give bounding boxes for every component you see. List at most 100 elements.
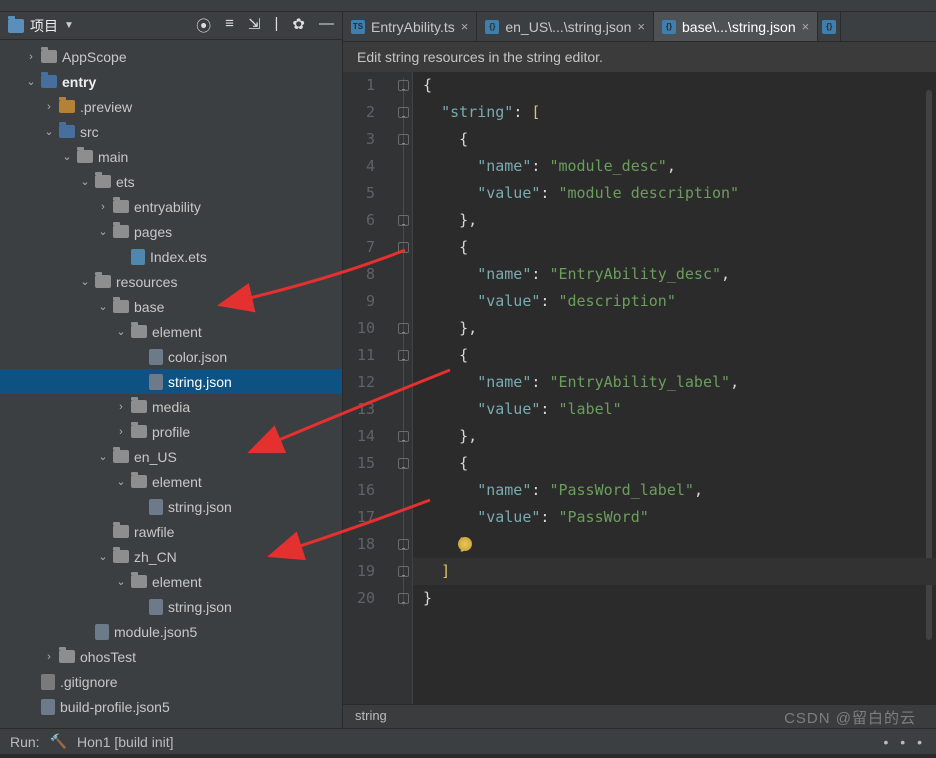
code-line[interactable]: {	[423, 72, 936, 99]
target-icon[interactable]: ⦿	[196, 15, 211, 36]
chevron-icon[interactable]: ⌄	[26, 75, 36, 88]
run-bar[interactable]: Run: 🔨 Hon1 [build init] • • •	[0, 728, 936, 754]
tree-item-media[interactable]: ›media	[0, 394, 342, 419]
code-line[interactable]: },	[423, 207, 936, 234]
chevron-icon[interactable]: ⌄	[98, 225, 108, 238]
chevron-icon[interactable]: ⌄	[98, 450, 108, 463]
stack-icon[interactable]: ≡	[225, 15, 234, 36]
tab-overflow[interactable]: {}	[818, 12, 841, 41]
gear-icon[interactable]: ✿	[292, 15, 305, 36]
chevron-icon[interactable]: ⌄	[80, 275, 90, 288]
code-line[interactable]: {	[423, 342, 936, 369]
hide-icon[interactable]: —	[319, 15, 334, 36]
close-icon[interactable]: ×	[802, 19, 810, 34]
tree-item-en-US[interactable]: ⌄en_US	[0, 444, 342, 469]
tree-item-module-json5[interactable]: module.json5	[0, 619, 342, 644]
tree-item-zh-CN[interactable]: ⌄zh_CN	[0, 544, 342, 569]
code-line[interactable]: "value": "module description"	[423, 180, 936, 207]
fold-marker[interactable]	[398, 350, 409, 361]
tab-EntryAbility-ts[interactable]: TSEntryAbility.ts×	[343, 12, 477, 41]
tree-item-string-json[interactable]: string.json	[0, 594, 342, 619]
editor-banner[interactable]: Edit string resources in the string edit…	[343, 42, 936, 72]
chevron-icon[interactable]: ⌄	[116, 475, 126, 488]
editor-tabs[interactable]: TSEntryAbility.ts×{}en_US\...\string.jso…	[343, 12, 936, 42]
project-header[interactable]: 项目 ▼ ⦿ ≡ ⇲ | ✿ —	[0, 12, 342, 40]
tree-item-element[interactable]: ⌄element	[0, 469, 342, 494]
tree-item-main[interactable]: ⌄main	[0, 144, 342, 169]
fold-marker[interactable]	[398, 242, 409, 253]
chevron-icon[interactable]: ›	[26, 51, 36, 63]
fold-marker[interactable]	[398, 593, 409, 604]
fold-marker[interactable]	[398, 323, 409, 334]
code-line[interactable]: "name": "module_desc",	[423, 153, 936, 180]
tree-item-ohosTest[interactable]: ›ohosTest	[0, 644, 342, 669]
fold-marker[interactable]	[398, 107, 409, 118]
chevron-icon[interactable]: ⌄	[116, 575, 126, 588]
code-line[interactable]: {	[423, 126, 936, 153]
hammer-icon[interactable]: 🔨	[50, 733, 67, 750]
tree-item-src[interactable]: ⌄src	[0, 119, 342, 144]
code-line[interactable]: "value": "description"	[423, 288, 936, 315]
chevron-icon[interactable]: ⌄	[116, 325, 126, 338]
code-line[interactable]: {	[423, 234, 936, 261]
run-config[interactable]: Hon1 [build init]	[77, 734, 174, 750]
tab-base-----string-json[interactable]: {}base\...\string.json×	[654, 12, 818, 41]
fold-column[interactable]	[395, 72, 413, 704]
code-line[interactable]: "string": [	[423, 99, 936, 126]
collapse-icon[interactable]: ⇲	[248, 15, 261, 36]
tree-item-resources[interactable]: ⌄resources	[0, 269, 342, 294]
fold-marker[interactable]	[398, 80, 409, 91]
tree-item-element[interactable]: ⌄element	[0, 319, 342, 344]
chevron-icon[interactable]: ⌄	[80, 175, 90, 188]
tree-item-rawfile[interactable]: rawfile	[0, 519, 342, 544]
fold-marker[interactable]	[398, 431, 409, 442]
tree-item-build-profile-json5[interactable]: build-profile.json5	[0, 694, 342, 719]
tree-item-color-json[interactable]: color.json	[0, 344, 342, 369]
tree-item--preview[interactable]: ›.preview	[0, 94, 342, 119]
tree-item-string-json[interactable]: string.json	[0, 369, 342, 394]
code-line[interactable]: {	[423, 450, 936, 477]
code-line[interactable]: "value": "PassWord"	[423, 504, 936, 531]
fold-marker[interactable]	[398, 539, 409, 550]
code-line[interactable]: },	[423, 423, 936, 450]
close-icon[interactable]: ×	[461, 19, 469, 34]
chevron-icon[interactable]: ›	[98, 201, 108, 213]
code-line[interactable]: ]	[423, 558, 936, 585]
tree-item-string-json[interactable]: string.json	[0, 494, 342, 519]
code-line[interactable]: },	[423, 315, 936, 342]
chevron-icon[interactable]: ⌄	[98, 550, 108, 563]
tree-item-base[interactable]: ⌄base	[0, 294, 342, 319]
close-icon[interactable]: ×	[637, 19, 645, 34]
fold-marker[interactable]	[398, 134, 409, 145]
tree-item-Index-ets[interactable]: Index.ets	[0, 244, 342, 269]
tree-item-pages[interactable]: ⌄pages	[0, 219, 342, 244]
chevron-icon[interactable]: ›	[44, 651, 54, 663]
tree-item-element[interactable]: ⌄element	[0, 569, 342, 594]
code-line[interactable]: "name": "PassWord_label",	[423, 477, 936, 504]
editor-area[interactable]: 1234567891011121314151617181920 { "strin…	[343, 72, 936, 704]
tree-item-AppScope[interactable]: ›AppScope	[0, 44, 342, 69]
code-area[interactable]: { "string": [ { "name": "module_desc", "…	[413, 72, 936, 704]
chevron-icon[interactable]: ›	[116, 426, 126, 438]
bulb-icon[interactable]	[458, 537, 472, 551]
tree-item-entry[interactable]: ⌄entry	[0, 69, 342, 94]
tree-item-entryability[interactable]: ›entryability	[0, 194, 342, 219]
tree-item--gitignore[interactable]: .gitignore	[0, 669, 342, 694]
fold-marker[interactable]	[398, 215, 409, 226]
chevron-icon[interactable]: ⌄	[98, 300, 108, 313]
tree-item-ets[interactable]: ⌄ets	[0, 169, 342, 194]
code-line[interactable]: "name": "EntryAbility_desc",	[423, 261, 936, 288]
code-line[interactable]: }	[423, 531, 936, 558]
chevron-icon[interactable]: ⌄	[44, 125, 54, 138]
chevron-icon[interactable]: ⌄	[62, 150, 72, 163]
chevron-icon[interactable]: ›	[116, 401, 126, 413]
chevron-icon[interactable]: ›	[44, 101, 54, 113]
file-tree[interactable]: ›AppScope⌄entry›.preview⌄src⌄main⌄ets›en…	[0, 40, 342, 728]
code-line[interactable]: }	[423, 585, 936, 612]
tab-en-US-----string-json[interactable]: {}en_US\...\string.json×	[477, 12, 654, 41]
fold-marker[interactable]	[398, 458, 409, 469]
chevron-down-icon[interactable]: ▼	[64, 20, 74, 31]
code-line[interactable]: "name": "EntryAbility_label",	[423, 369, 936, 396]
code-line[interactable]: "value": "label"	[423, 396, 936, 423]
fold-marker[interactable]	[398, 566, 409, 577]
